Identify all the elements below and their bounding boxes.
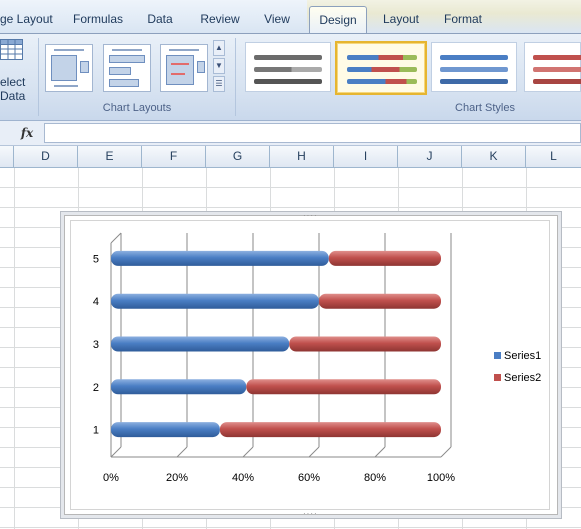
floor-line xyxy=(374,446,386,458)
group-separator xyxy=(38,38,39,116)
chart-layouts-label: Chart Layouts xyxy=(102,102,172,114)
tab-layout[interactable]: Layout xyxy=(376,8,426,30)
formula-bar: fx xyxy=(0,121,581,146)
layout-more-button[interactable]: ☰ xyxy=(213,76,225,92)
chart-layout-1[interactable] xyxy=(45,44,93,92)
select-data-button[interactable]: elect Data xyxy=(0,37,32,103)
floor-line xyxy=(110,446,122,458)
legend-swatch-series1 xyxy=(494,352,501,359)
y-tick-label: 3 xyxy=(93,339,99,351)
y-tick-label: 4 xyxy=(93,296,99,308)
column-header-g[interactable]: G xyxy=(206,146,270,167)
ribbon: elect Data ▲ ▼ ☰ Chart Layouts Chart Sty… xyxy=(0,33,581,121)
floor-line xyxy=(440,446,452,458)
formula-input[interactable] xyxy=(44,123,581,143)
column-header-d[interactable]: D xyxy=(14,146,78,167)
legend-swatch-series2 xyxy=(494,374,501,381)
legend-label-series2: Series2 xyxy=(504,372,542,384)
tab-page-layout[interactable]: ge Layout xyxy=(0,8,53,30)
chart-area[interactable]: 0% 20% 40% 60% 80% 100% 1 2 3 4 5 Series1 Series2 xyxy=(70,220,550,510)
bar-series2-5 xyxy=(328,250,441,266)
column-header-l[interactable]: L xyxy=(526,146,581,167)
floor-line xyxy=(242,446,254,458)
y-tick-label: 1 xyxy=(93,425,99,437)
chart-style-3[interactable] xyxy=(431,42,517,92)
tab-format[interactable]: Format xyxy=(436,8,490,30)
tab-data[interactable]: Data xyxy=(140,8,180,30)
chart-styles-label: Chart Styles xyxy=(455,102,515,114)
column-header-e[interactable]: E xyxy=(78,146,142,167)
bar-series2-4 xyxy=(318,293,441,309)
chart-style-4[interactable] xyxy=(524,42,581,92)
column-header-j[interactable]: J xyxy=(398,146,462,167)
x-tick-label: 0% xyxy=(103,472,119,484)
y-tick-label: 2 xyxy=(93,382,99,394)
column-header-i[interactable]: I xyxy=(334,146,398,167)
bar-series2-3 xyxy=(289,336,441,352)
tab-view[interactable]: View xyxy=(258,8,296,30)
ribbon-tab-bar: ge Layout Formulas Data Review View Desi… xyxy=(0,0,581,33)
bar-series1-3 xyxy=(111,336,290,352)
select-data-label-1: elect xyxy=(0,75,26,89)
column-header-h[interactable]: H xyxy=(270,146,334,167)
chart-plot[interactable]: 0% 20% 40% 60% 80% 100% 1 2 3 4 5 xyxy=(71,221,549,509)
resize-handle-bottom[interactable]: ···· xyxy=(303,510,318,518)
insert-function-icon[interactable]: fx xyxy=(15,125,39,141)
chart-layout-3[interactable] xyxy=(160,44,208,92)
x-tick-label: 80% xyxy=(364,472,386,484)
bar-series2-1 xyxy=(219,422,441,438)
column-header-partial[interactable] xyxy=(0,146,14,167)
chart-style-2[interactable] xyxy=(335,41,427,95)
tab-formulas[interactable]: Formulas xyxy=(68,8,128,30)
bar-series2-2 xyxy=(246,379,441,395)
y-tick-label: 5 xyxy=(93,253,99,265)
bar-series1-1 xyxy=(111,422,220,438)
tab-design[interactable]: Design xyxy=(309,6,367,33)
floor-line xyxy=(308,446,320,458)
x-tick-label: 40% xyxy=(232,472,254,484)
y-axis-top xyxy=(110,232,122,244)
bar-series1-4 xyxy=(111,293,319,309)
group-separator xyxy=(235,38,236,116)
table-icon xyxy=(0,39,23,60)
x-tick-label: 100% xyxy=(427,472,455,484)
layout-scroll-down[interactable]: ▼ xyxy=(213,58,225,74)
tab-review[interactable]: Review xyxy=(196,8,244,30)
chart-layout-2[interactable] xyxy=(103,44,151,92)
column-header-k[interactable]: K xyxy=(462,146,526,167)
legend-label-series1: Series1 xyxy=(504,350,542,362)
chart-style-1[interactable] xyxy=(245,42,331,92)
column-header-f[interactable]: F xyxy=(142,146,206,167)
select-data-label-2: Data xyxy=(0,89,26,103)
x-tick-label: 20% xyxy=(166,472,188,484)
chart-object[interactable]: ···· ···· 0% 20% 40% 60% 80% 100% 1 2 3 4 5 xyxy=(64,212,558,518)
bar-series1-5 xyxy=(111,250,329,266)
x-tick-label: 60% xyxy=(298,472,320,484)
layout-scroll-up[interactable]: ▲ xyxy=(213,40,225,56)
floor-line xyxy=(176,446,188,458)
resize-handle-top[interactable]: ···· xyxy=(303,212,318,220)
column-headers: D E F G H I J K L xyxy=(0,146,581,168)
bar-series1-2 xyxy=(111,379,247,395)
